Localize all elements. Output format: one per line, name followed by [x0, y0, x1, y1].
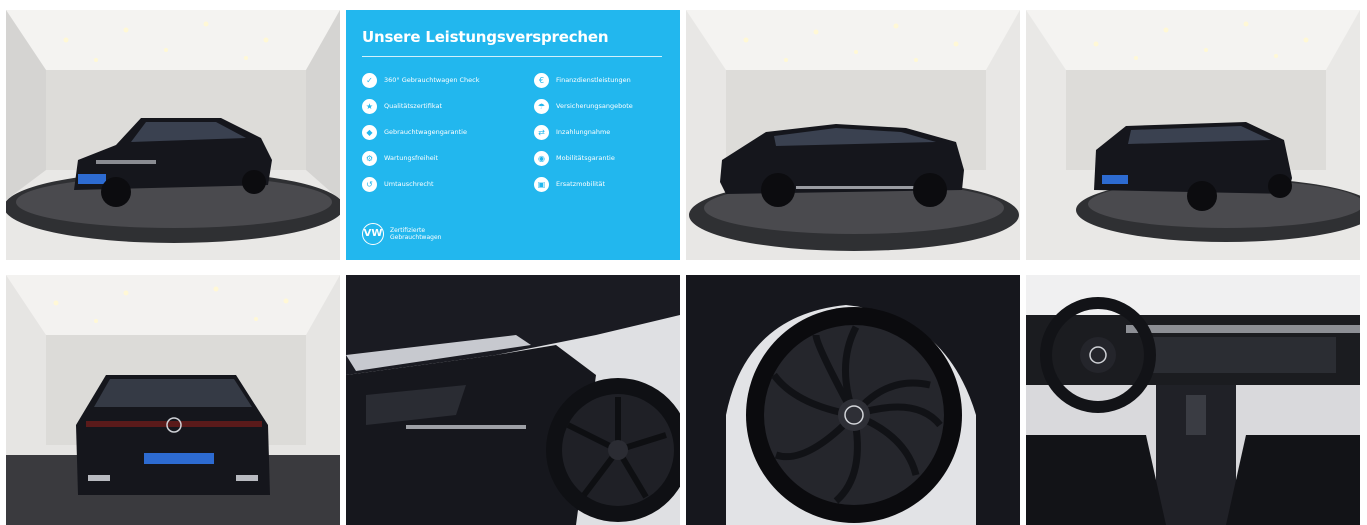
insurance-icon: ☂ [534, 98, 549, 114]
car-photo [346, 275, 680, 525]
gallery-image-front-three-quarter[interactable] [6, 10, 340, 260]
gallery-image-rear[interactable] [6, 275, 340, 525]
car-photo [1026, 10, 1360, 260]
promise-label: Qualitätszertifikat [384, 102, 443, 110]
promise-item-warranty: ◆ Gebrauchtwagengarantie [362, 123, 534, 141]
promise-item-insurance: ☂ Versicherungsangebote [534, 97, 674, 115]
promise-item-check: ✓ 360° Gebrauchtwagen Check [362, 71, 534, 89]
promise-label: Finanzdienstleistungen [556, 76, 631, 84]
trade-in-icon: ⇄ [534, 124, 549, 140]
promise-label: Inzahlungnahme [556, 128, 611, 136]
promise-item-exchange: ↺ Umtauschrecht [362, 175, 534, 193]
promise-list: ✓ 360° Gebrauchtwagen Check € Finanzdienst… [362, 71, 664, 193]
badge-line-1: Zertifizierte [390, 227, 426, 234]
promise-label: Mobilitätsgarantie [556, 154, 615, 162]
promise-label: Umtauschrecht [384, 180, 434, 188]
promise-label: Ersatzmobilität [556, 180, 606, 188]
finance-icon: € [534, 72, 549, 88]
gallery-image-rear-three-quarter[interactable] [1026, 10, 1360, 260]
promo-divider [362, 56, 662, 57]
promise-item-trade-in: ⇄ Inzahlungnahme [534, 123, 674, 141]
promise-item-replacement: ▣ Ersatzmobilität [534, 175, 674, 193]
mobility-icon: ◉ [534, 150, 549, 166]
promise-label: Versicherungsangebote [556, 102, 633, 110]
car-photo [686, 275, 1020, 525]
car-photo [1026, 275, 1360, 525]
promise-item-mobility: ◉ Mobilitätsgarantie [534, 149, 674, 167]
gallery-image-interior[interactable] [1026, 275, 1360, 525]
promise-label: 360° Gebrauchtwagen Check [384, 76, 480, 84]
promise-label: Gebrauchtwagengarantie [384, 128, 467, 136]
promise-item-certificate: ★ Qualitätszertifikat [362, 97, 534, 115]
car-photo [686, 10, 1020, 260]
badge-line-2: Gebrauchtwagen [390, 234, 442, 241]
car-photo [6, 10, 340, 260]
certificate-icon: ★ [362, 98, 377, 114]
shield-icon: ◆ [362, 124, 377, 140]
vw-logo-icon: VW [362, 223, 384, 245]
image-gallery: Unsere Leistungsversprechen ✓ 360° Gebrau… [6, 10, 1361, 525]
replacement-car-icon: ▣ [534, 176, 549, 192]
wrench-icon: ⚙ [362, 150, 377, 166]
promise-item-maintenance: ⚙ Wartungsfreiheit [362, 149, 534, 167]
certified-used-cars-badge: VW Zertifizierte Gebrauchtwagen [362, 223, 441, 245]
gallery-image-wheel[interactable] [686, 275, 1020, 525]
service-promises-card[interactable]: Unsere Leistungsversprechen ✓ 360° Gebrau… [346, 10, 680, 260]
car-photo [6, 275, 340, 525]
check-icon: ✓ [362, 72, 377, 88]
promo-title: Unsere Leistungsversprechen [362, 28, 609, 46]
promise-label: Wartungsfreiheit [384, 154, 439, 162]
gallery-image-side[interactable] [686, 10, 1020, 260]
exchange-icon: ↺ [362, 176, 377, 192]
gallery-image-front-detail[interactable] [346, 275, 680, 525]
promise-item-finance: € Finanzdienstleistungen [534, 71, 674, 89]
